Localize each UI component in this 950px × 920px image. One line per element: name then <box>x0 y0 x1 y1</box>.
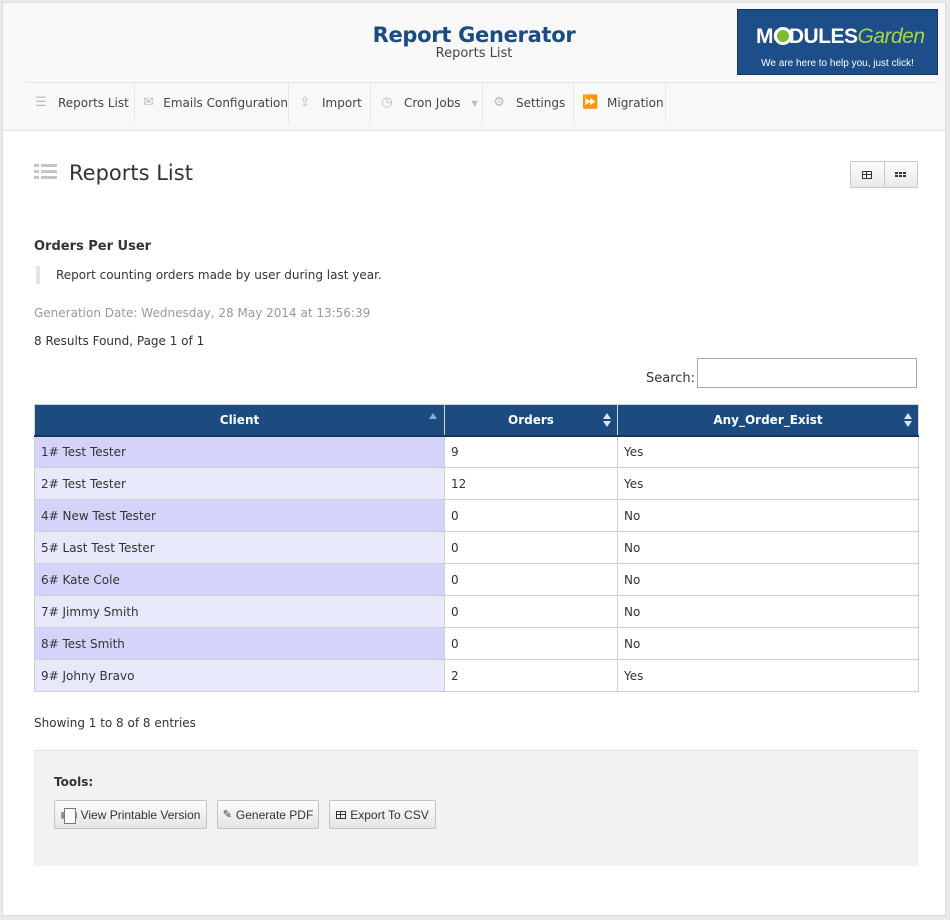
table-row: 6# Kate Cole 0 No <box>34 563 919 596</box>
report-name: Orders Per User <box>34 239 152 254</box>
nav-label: Reports List <box>58 96 129 110</box>
gears-icon: ⚙ <box>493 95 505 110</box>
clock-icon: ◷ <box>381 95 393 110</box>
orders-cell: 12 <box>444 467 618 500</box>
order-exists-cell: No <box>617 499 919 532</box>
table-row: 7# Jimmy Smith 0 No <box>34 595 919 628</box>
client-cell: 2# Test Tester <box>34 467 445 500</box>
generate-pdf-button[interactable]: ✎ Generate PDF <box>217 800 319 829</box>
report-table: Client Orders Any_Order_Exist 1# Test Te… <box>34 404 919 692</box>
modulesgarden-logo[interactable]: MODULESGarden We are here to help you, j… <box>737 9 938 75</box>
orders-cell: 2 <box>444 659 618 692</box>
client-cell: 4# New Test Tester <box>34 499 445 532</box>
table-icon <box>862 170 873 179</box>
order-exists-cell: No <box>617 595 919 628</box>
list-icon: ☰ <box>35 95 47 110</box>
nav-label: Cron Jobs <box>404 96 461 110</box>
view-toggle <box>850 161 918 188</box>
printer-icon <box>60 807 77 824</box>
fast-forward-icon: ⏩ <box>582 95 599 110</box>
table-row: 4# New Test Tester 0 No <box>34 499 919 532</box>
client-cell: 1# Test Tester <box>34 435 445 468</box>
app-frame: Report Generator Reports List MODULESGar… <box>2 2 946 916</box>
order-exists-cell: Yes <box>617 435 919 468</box>
client-cell: 8# Test Smith <box>34 627 445 660</box>
order-exists-cell: No <box>617 627 919 660</box>
column-header-orders[interactable]: Orders <box>444 404 618 437</box>
report-description: Report counting orders made by user duri… <box>36 266 382 284</box>
nav-item-migration[interactable]: ⏩ Migration <box>574 83 666 123</box>
table-view-button[interactable] <box>851 162 884 187</box>
orders-cell: 0 <box>444 595 618 628</box>
sort-icon <box>904 413 912 429</box>
order-exists-cell: Yes <box>617 659 919 692</box>
tools-panel: Tools: View Printable Version ✎ Generate… <box>34 750 918 866</box>
orders-cell: 0 <box>444 531 618 564</box>
chevron-down-icon: ▼ <box>471 98 478 108</box>
nav-label: Emails Configuration <box>163 96 288 110</box>
column-header-client[interactable]: Client <box>34 404 445 437</box>
table-row: 9# Johny Bravo 2 Yes <box>34 659 919 692</box>
tools-label: Tools: <box>54 775 94 789</box>
table-icon <box>336 810 347 819</box>
nav-label: Settings <box>516 96 566 110</box>
search-input[interactable] <box>697 358 917 388</box>
nav-label: Import <box>322 96 362 110</box>
orders-cell: 0 <box>444 627 618 660</box>
nav-label: Migration <box>607 96 664 110</box>
nav-item-emails-configuration[interactable]: ✉ Emails Configuration <box>135 83 289 123</box>
main-nav: ☰ Reports List ✉ Emails Configuration ⇪ … <box>25 82 939 123</box>
search-label: Search: <box>646 371 696 386</box>
nav-item-reports-list[interactable]: ☰ Reports List <box>25 83 135 123</box>
client-cell: 6# Kate Cole <box>34 563 445 596</box>
order-exists-cell: No <box>617 531 919 564</box>
list-icon <box>34 163 57 183</box>
orders-cell: 0 <box>444 499 618 532</box>
generation-date: Generation Date: Wednesday, 28 May 2014 … <box>34 306 371 320</box>
table-row: 2# Test Tester 12 Yes <box>34 467 919 500</box>
grid-icon <box>895 172 907 177</box>
table-row: 5# Last Test Tester 0 No <box>34 531 919 564</box>
export-to-csv-button[interactable]: Export To CSV <box>329 800 436 829</box>
client-cell: 9# Johny Bravo <box>34 659 445 692</box>
client-cell: 7# Jimmy Smith <box>34 595 445 628</box>
view-printable-version-button[interactable]: View Printable Version <box>54 800 207 829</box>
pencil-icon: ✎ <box>222 809 232 821</box>
share-icon: ⇪ <box>299 95 311 110</box>
envelope-icon: ✉ <box>143 95 155 110</box>
orders-cell: 0 <box>444 563 618 596</box>
orders-cell: 9 <box>444 435 618 468</box>
logo-tagline: We are here to help you, just click! <box>761 58 914 69</box>
table-row: 1# Test Tester 9 Yes <box>34 435 919 468</box>
sort-icon <box>603 413 611 429</box>
order-exists-cell: Yes <box>617 467 919 500</box>
nav-item-settings[interactable]: ⚙ Settings <box>483 83 574 123</box>
nav-item-import[interactable]: ⇪ Import <box>289 83 371 123</box>
page-title: Reports List <box>69 161 193 185</box>
column-header-any-order-exist[interactable]: Any_Order_Exist <box>617 404 919 437</box>
client-cell: 5# Last Test Tester <box>34 531 445 564</box>
showing-entries: Showing 1 to 8 of 8 entries <box>34 716 196 730</box>
header: Report Generator Reports List MODULESGar… <box>3 3 945 131</box>
grid-view-button[interactable] <box>883 162 918 187</box>
page-heading: Reports List <box>34 161 193 185</box>
logo-gear-icon <box>774 27 792 45</box>
order-exists-cell: No <box>617 563 919 596</box>
sort-asc-icon <box>429 413 437 419</box>
table-row: 8# Test Smith 0 No <box>34 627 919 660</box>
results-summary: 8 Results Found, Page 1 of 1 <box>34 334 205 348</box>
nav-item-cron-jobs[interactable]: ◷ Cron Jobs ▼ <box>371 83 483 123</box>
